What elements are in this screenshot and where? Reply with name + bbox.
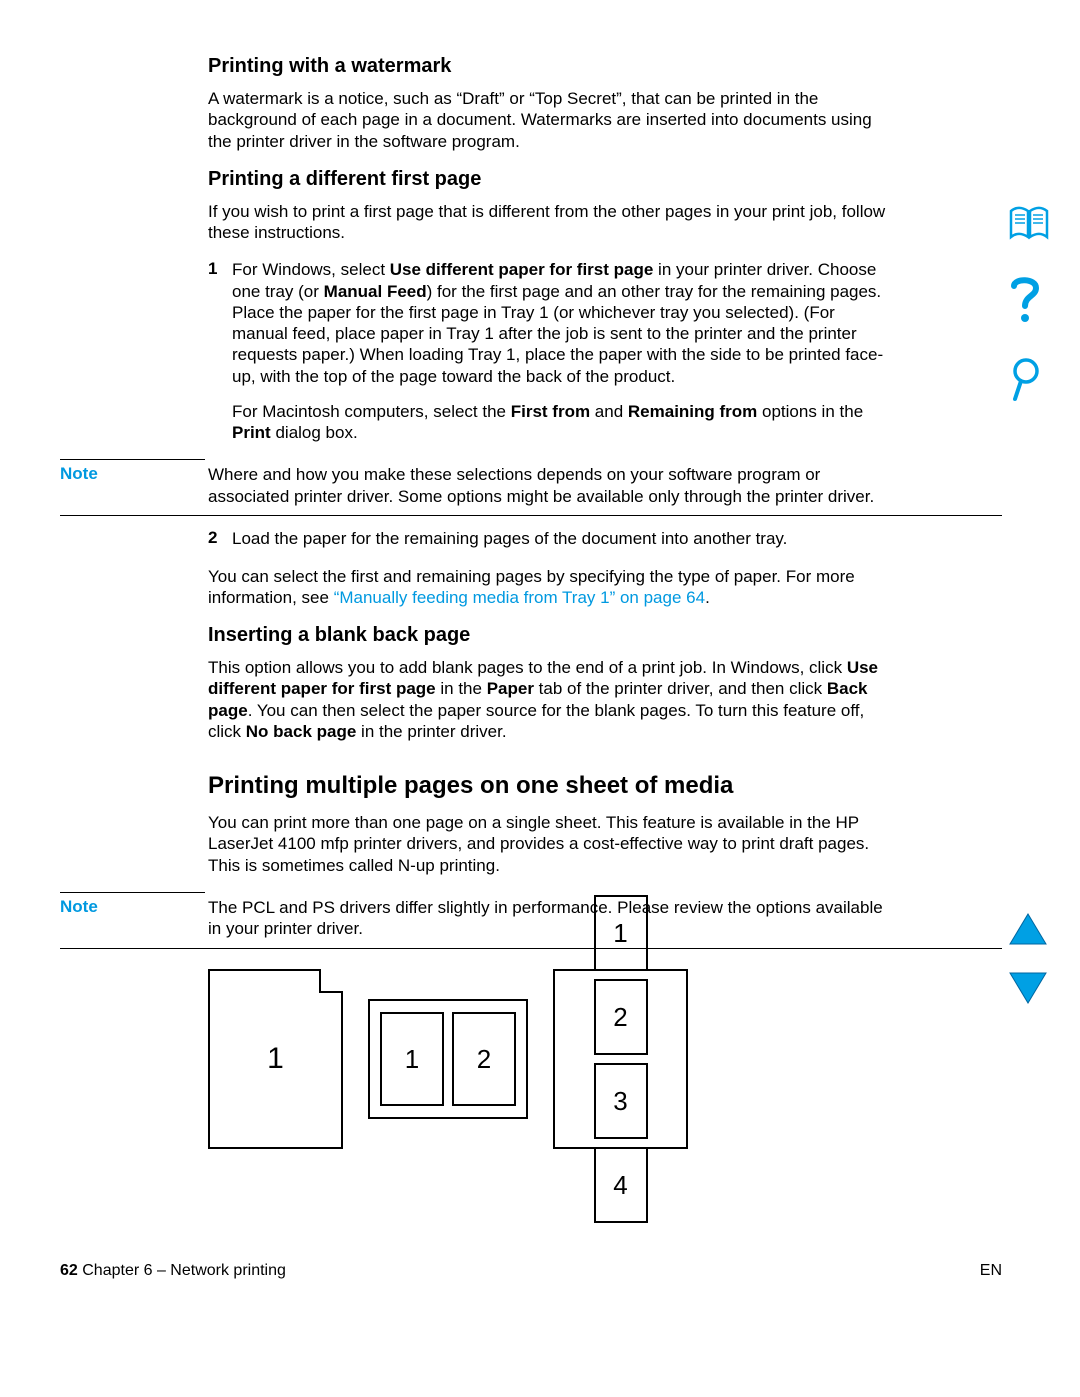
list-body: Load the paper for the remaining pages o… <box>232 528 787 549</box>
note-body: The PCL and PS drivers differ slightly i… <box>208 897 888 940</box>
help-icon[interactable] <box>1008 274 1058 329</box>
page-down-icon[interactable] <box>1008 971 1058 1010</box>
paragraph: This option allows you to add blank page… <box>208 657 888 742</box>
note-label: Note <box>60 897 205 917</box>
page-footer: 62 Chapter 6 – Network printing EN <box>60 1262 1002 1280</box>
book-icon[interactable] <box>1008 205 1058 246</box>
list-number: 2 <box>208 528 232 549</box>
diagram-sheet-4up: 1 2 3 4 <box>553 969 688 1149</box>
chapter-label: Chapter 6 – Network printing <box>78 1262 286 1279</box>
search-icon[interactable] <box>1008 357 1058 408</box>
note-label: Note <box>60 464 205 484</box>
note-body: Where and how you make these selections … <box>208 464 888 507</box>
heading-first-page: Printing a different first page <box>208 168 888 191</box>
list-body: For Windows, select Use different paper … <box>232 259 888 443</box>
paragraph: A watermark is a notice, such as “Draft”… <box>208 88 888 152</box>
diagram-sheet-2up: 1 2 <box>368 999 528 1119</box>
list-number: 1 <box>208 259 232 443</box>
paragraph: You can select the first and remaining p… <box>208 566 888 609</box>
diagram-sheet-1up: 1 <box>208 969 343 1149</box>
paragraph: If you wish to print a first page that i… <box>208 201 888 244</box>
heading-n-up: Printing multiple pages on one sheet of … <box>208 772 888 800</box>
cross-ref-link[interactable]: “Manually feeding media from Tray 1” on … <box>334 588 705 607</box>
n-up-diagram: 1 1 2 1 2 3 4 <box>208 969 1002 1149</box>
paragraph: You can print more than one page on a si… <box>208 812 888 876</box>
language-label: EN <box>980 1262 1002 1280</box>
heading-watermark: Printing with a watermark <box>208 55 888 78</box>
page-up-icon[interactable] <box>1008 912 1058 951</box>
page-number: 62 <box>60 1262 78 1279</box>
heading-blank-back: Inserting a blank back page <box>208 624 888 647</box>
